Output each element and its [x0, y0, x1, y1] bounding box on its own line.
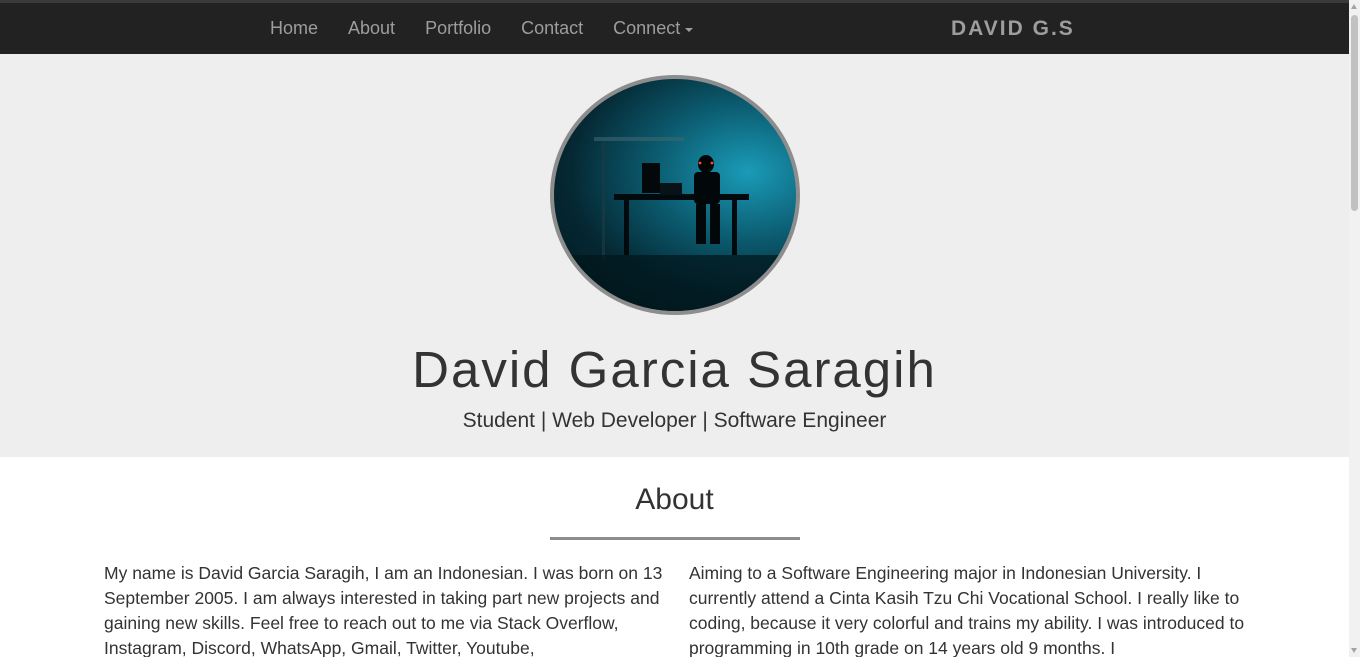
navbar-brand[interactable]: DAVID G.S [951, 3, 1075, 54]
page: Home About Portfolio Contact Connect DAV… [0, 0, 1360, 657]
about-divider [550, 537, 800, 540]
nav-links: Home About Portfolio Contact Connect [270, 3, 694, 54]
about-text-left: My name is David Garcia Saragih, I am an… [104, 563, 663, 657]
scrollbar-thumb[interactable] [1351, 15, 1358, 211]
hero-name: David Garcia Saragih [412, 341, 937, 398]
profile-avatar [550, 75, 800, 315]
hero-subtitle: Student | Web Developer | Software Engin… [462, 409, 887, 432]
scroll-down-icon[interactable] [1351, 648, 1357, 653]
scroll-up-icon[interactable] [1351, 4, 1357, 9]
about-text-right: Aiming to a Software Engineering major i… [689, 563, 1245, 657]
nav-contact-link[interactable]: Contact [521, 18, 583, 39]
top-navbar: Home About Portfolio Contact Connect DAV… [0, 0, 1349, 54]
page-scrollbar[interactable] [1349, 0, 1360, 657]
nav-about-link[interactable]: About [348, 18, 395, 39]
caret-down-icon [685, 27, 694, 32]
nav-home-link[interactable]: Home [270, 18, 318, 39]
profile-photo-icon [554, 137, 796, 311]
about-title: About [635, 483, 714, 516]
hero-header: David Garcia Saragih Student | Web Devel… [0, 54, 1349, 457]
nav-connect-label: Connect [613, 18, 681, 38]
nav-connect-dropdown[interactable]: Connect [613, 18, 694, 39]
nav-portfolio-link[interactable]: Portfolio [425, 18, 491, 39]
